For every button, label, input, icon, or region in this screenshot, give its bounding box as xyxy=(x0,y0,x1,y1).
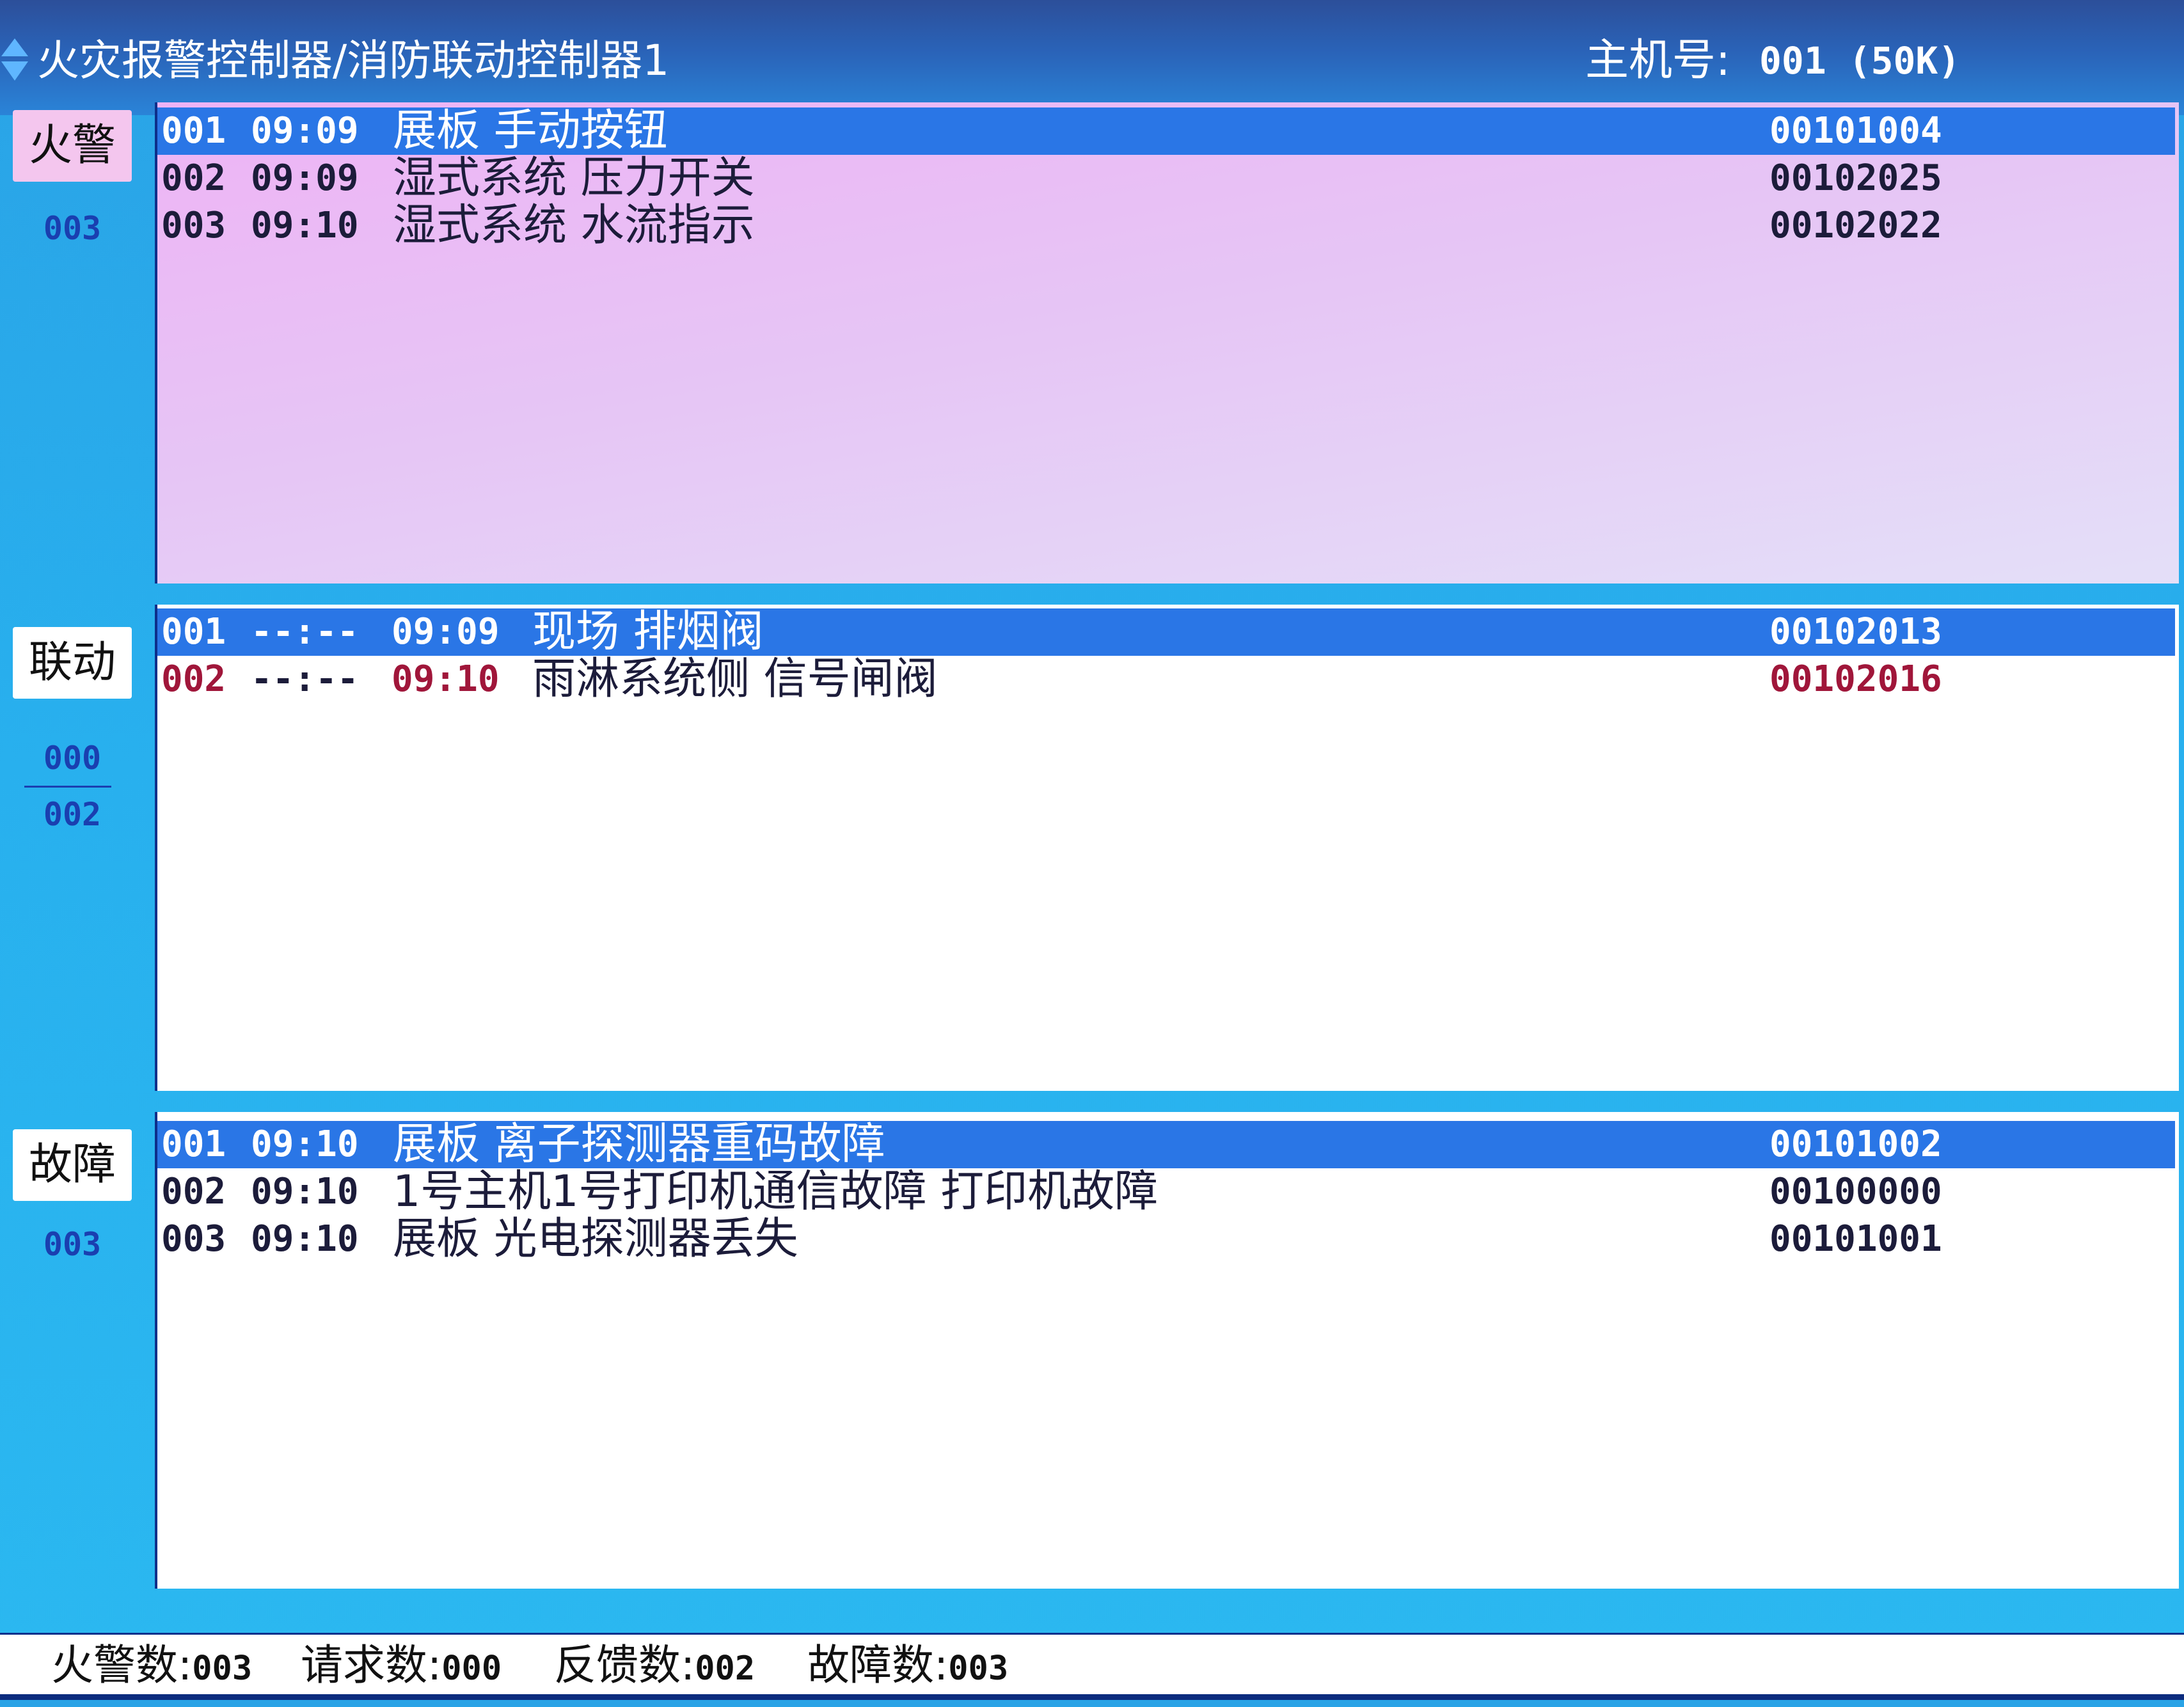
row-time: 09:09 xyxy=(251,110,359,152)
host-number-value: 001 (50K) xyxy=(1759,39,1961,83)
row-description: 展板 离子探测器重码故障 xyxy=(393,1119,885,1170)
row-device-code: 00102016 xyxy=(1769,658,1942,700)
fault-row[interactable]: 002 09:10 1号主机1号打印机通信故障 打印机故障 00100000 xyxy=(157,1168,2175,1216)
fault-total: 故障数:003 xyxy=(807,1635,1008,1696)
feedback-total: 反馈数:002 xyxy=(554,1635,755,1696)
request-total-label: 请求数: xyxy=(301,1640,442,1690)
row-index: 002 xyxy=(161,658,226,700)
row-index: 001 xyxy=(161,110,226,152)
window-title: 火灾报警控制器/消防联动控制器1 xyxy=(37,36,670,85)
row-description: 现场 排烟阀 xyxy=(532,607,764,657)
screen-bottom-edge xyxy=(0,1694,2184,1700)
fault-total-label: 故障数: xyxy=(807,1640,949,1690)
fault-list: 001 09:10 展板 离子探测器重码故障 00101002 002 09:1… xyxy=(155,1112,2179,1589)
row-time: 09:09 xyxy=(392,611,500,653)
fault-row[interactable]: 001 09:10 展板 离子探测器重码故障 00101002 xyxy=(157,1121,2175,1168)
fire-alarm-row[interactable]: 003 09:10 湿式系统 水流指示 00102022 xyxy=(157,202,2175,250)
fire-alarm-row[interactable]: 002 09:09 湿式系统 压力开关 00102025 xyxy=(157,155,2175,202)
row-device-code: 00102025 xyxy=(1769,157,1942,199)
fire-alarm-count: 003 xyxy=(43,210,102,247)
row-description: 1号主机1号打印机通信故障 打印机故障 xyxy=(393,1166,1159,1217)
row-time: 09:10 xyxy=(392,658,500,700)
fault-count: 003 xyxy=(43,1226,102,1263)
linkage-count-divider xyxy=(24,786,111,788)
row-device-code: 00102022 xyxy=(1769,205,1942,246)
fire-alarm-list: 001 09:09 展板 手动按钮 00101004 002 09:09 湿式系… xyxy=(155,102,2179,584)
row-device-code: 00100000 xyxy=(1769,1171,1942,1212)
fault-row[interactable]: 003 09:10 展板 光电探测器丢失 00101001 xyxy=(157,1216,2175,1263)
host-number-label: 主机号: xyxy=(1585,35,1730,86)
feedback-total-label: 反馈数: xyxy=(554,1640,695,1690)
fire-alarm-row[interactable]: 001 09:09 展板 手动按钮 00101004 xyxy=(157,107,2175,155)
row-time: 09:09 xyxy=(251,157,359,199)
row-time: 09:10 xyxy=(251,1123,359,1165)
row-description: 湿式系统 压力开关 xyxy=(393,153,755,203)
fire-alarm-tab[interactable]: 火警 xyxy=(13,110,132,182)
row-index: 001 xyxy=(161,1123,226,1165)
row-index: 003 xyxy=(161,205,226,246)
linkage-tab[interactable]: 联动 xyxy=(13,627,132,699)
row-index: 002 xyxy=(161,1171,226,1212)
row-description: 雨淋系统侧 信号闸阀 xyxy=(532,654,938,704)
fire-alarm-total-value: 003 xyxy=(192,1649,253,1688)
fault-tab[interactable]: 故障 xyxy=(13,1129,132,1201)
row-description: 展板 手动按钮 xyxy=(393,106,668,156)
row-index: 003 xyxy=(161,1218,226,1260)
row-start-time: --:-- xyxy=(251,611,359,653)
row-device-code: 00102013 xyxy=(1769,611,1942,653)
linkage-row[interactable]: 002 --:-- 09:10 雨淋系统侧 信号闸阀 00102016 xyxy=(157,656,2175,703)
status-bar: 火警数:003 请求数:000 反馈数:002 故障数:003 xyxy=(0,1633,2184,1696)
row-time: 09:10 xyxy=(251,1218,359,1260)
row-device-code: 00101002 xyxy=(1769,1123,1942,1165)
row-device-code: 00101004 xyxy=(1769,110,1942,152)
linkage-feedback-count: 002 xyxy=(43,796,102,833)
diamond-icon xyxy=(1,38,28,81)
row-time: 09:10 xyxy=(251,1171,359,1212)
linkage-row[interactable]: 001 --:-- 09:09 现场 排烟阀 00102013 xyxy=(157,608,2175,656)
fault-total-value: 003 xyxy=(948,1649,1009,1688)
row-start-time: --:-- xyxy=(251,658,359,700)
title-bar: 火灾报警控制器/消防联动控制器1 主机号: 001 (50K) xyxy=(0,0,2184,115)
row-index: 001 xyxy=(161,611,226,653)
linkage-list: 001 --:-- 09:09 现场 排烟阀 00102013 002 --:-… xyxy=(155,605,2179,1091)
request-total-value: 000 xyxy=(441,1649,502,1688)
feedback-total-value: 002 xyxy=(695,1649,756,1688)
row-description: 展板 光电探测器丢失 xyxy=(393,1214,798,1264)
row-device-code: 00101001 xyxy=(1769,1218,1942,1260)
linkage-request-count: 000 xyxy=(43,740,102,777)
row-index: 002 xyxy=(161,157,226,199)
row-description: 湿式系统 水流指示 xyxy=(393,200,755,251)
fire-alarm-total-label: 火警数: xyxy=(51,1640,193,1690)
fire-alarm-total: 火警数:003 xyxy=(51,1635,252,1696)
request-total: 请求数:000 xyxy=(301,1635,502,1696)
row-time: 09:10 xyxy=(251,205,359,246)
